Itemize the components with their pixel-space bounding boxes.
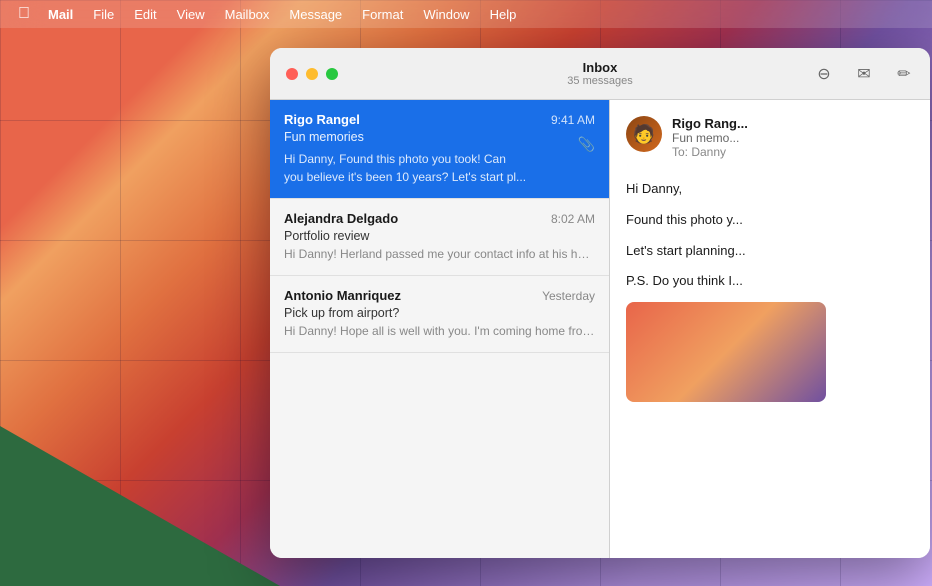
subject-1: Fun memories xyxy=(284,130,595,144)
new-message-icon[interactable]: ✏ xyxy=(894,64,914,84)
subject-3: Pick up from airport? xyxy=(284,306,595,320)
detail-subject-line: Fun memo... xyxy=(672,131,914,145)
maximize-button[interactable] xyxy=(326,68,338,80)
sender-avatar: 🧑 xyxy=(626,116,662,152)
inbox-title: Inbox xyxy=(567,60,632,75)
minimize-button[interactable] xyxy=(306,68,318,80)
expanded-preview-1: Hi Danny, Found this photo you took! Can… xyxy=(284,150,595,186)
traffic-lights xyxy=(286,68,338,80)
menubar-mailbox[interactable]: Mailbox xyxy=(217,5,278,24)
sender-1: Rigo Rangel xyxy=(284,112,360,127)
compose-icon[interactable]: ✉ xyxy=(854,64,874,84)
message-list[interactable]: Rigo Rangel 9:41 AM Fun memories Hi Dann… xyxy=(270,100,610,558)
close-button[interactable] xyxy=(286,68,298,80)
sender-2: Alejandra Delgado xyxy=(284,211,398,226)
preview-3: Hi Danny! Hope all is well with you. I'm… xyxy=(284,323,595,340)
message-item-header-2: Alejandra Delgado 8:02 AM xyxy=(284,211,595,226)
detail-photo xyxy=(626,302,826,402)
message-detail: 🧑 Rigo Rang... Fun memo... To: Danny Hi … xyxy=(610,100,930,558)
message-item-header-1: Rigo Rangel 9:41 AM xyxy=(284,112,595,127)
time-1: 9:41 AM xyxy=(551,113,595,127)
window-title: Inbox 35 messages xyxy=(567,60,632,87)
detail-sender-name: Rigo Rang... xyxy=(672,116,914,131)
sender-3: Antonio Manriquez xyxy=(284,288,401,303)
mail-window: Inbox 35 messages ⊖ ✉ ✏ Rigo Rangel 9:41… xyxy=(270,48,930,558)
menubar:  Mail File Edit View Mailbox Message Fo… xyxy=(0,0,932,28)
titlebar-icons: ⊖ ✉ ✏ xyxy=(814,64,914,84)
body-line-1: Hi Danny, xyxy=(626,179,914,200)
detail-body: Hi Danny, Found this photo y... Let's st… xyxy=(626,171,914,410)
body-line-3: Let's start planning... xyxy=(626,241,914,262)
message-item-1[interactable]: Rigo Rangel 9:41 AM Fun memories Hi Dann… xyxy=(270,100,609,199)
menubar-message[interactable]: Message xyxy=(281,5,350,24)
detail-to: To: Danny xyxy=(672,145,914,159)
time-2: 8:02 AM xyxy=(551,212,595,226)
body-line-4: P.S. Do you think I... xyxy=(626,271,914,292)
window-titlebar: Inbox 35 messages ⊖ ✉ ✏ xyxy=(270,48,930,100)
message-item-3[interactable]: Antonio Manriquez Yesterday Pick up from… xyxy=(270,276,609,353)
message-count: 35 messages xyxy=(567,75,632,87)
filter-icon[interactable]: ⊖ xyxy=(814,64,834,84)
time-3: Yesterday xyxy=(542,289,595,303)
menubar-mail[interactable]: Mail xyxy=(40,5,81,24)
menubar-format[interactable]: Format xyxy=(354,5,411,24)
message-item-header-3: Antonio Manriquez Yesterday xyxy=(284,288,595,303)
menubar-window[interactable]: Window xyxy=(415,5,477,24)
apple-menu[interactable]:  xyxy=(12,3,36,25)
subject-2: Portfolio review xyxy=(284,229,595,243)
window-content: Rigo Rangel 9:41 AM Fun memories Hi Dann… xyxy=(270,100,930,558)
detail-sender-info: Rigo Rang... Fun memo... To: Danny xyxy=(672,116,914,159)
attachment-icon-1: 📎 xyxy=(578,136,595,153)
message-item-2[interactable]: Alejandra Delgado 8:02 AM Portfolio revi… xyxy=(270,199,609,276)
body-line-2: Found this photo y... xyxy=(626,210,914,231)
menubar-edit[interactable]: Edit xyxy=(126,5,164,24)
menubar-view[interactable]: View xyxy=(169,5,213,24)
preview-2: Hi Danny! Herland passed me your contact… xyxy=(284,246,595,263)
detail-header: 🧑 Rigo Rang... Fun memo... To: Danny xyxy=(626,116,914,159)
menubar-help[interactable]: Help xyxy=(482,5,525,24)
menubar-file[interactable]: File xyxy=(85,5,122,24)
